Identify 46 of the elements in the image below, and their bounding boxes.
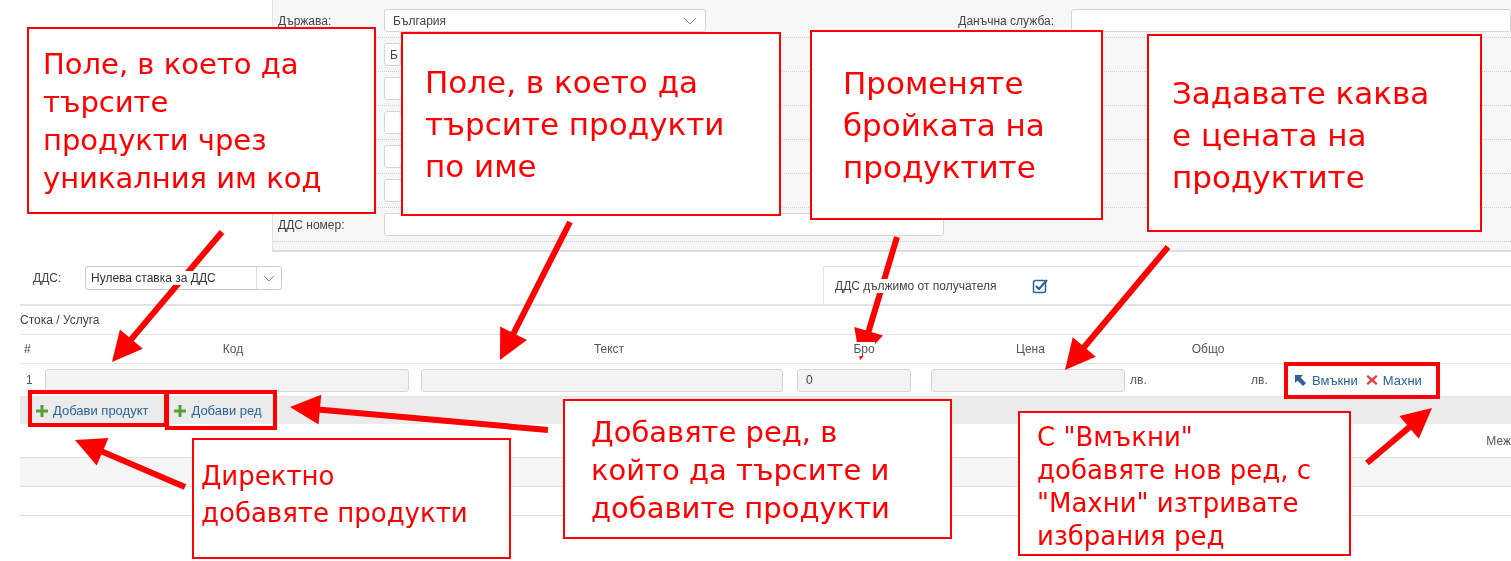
callout-note: Задавате каква е цената на продуктите	[1147, 34, 1482, 232]
add-link[interactable]: Добави продукт	[36, 403, 149, 418]
text-field[interactable]	[384, 145, 402, 168]
field-label: ДДС номер:	[278, 217, 346, 232]
summary-label: Меж	[1486, 433, 1511, 448]
code-field[interactable]	[45, 368, 409, 392]
plus-icon	[174, 404, 187, 417]
callout-note: С "Вмъкни" добавяте нов ред, с "Махни" изтривате избрания ред	[1018, 411, 1351, 556]
section-title: Стока / Услуга	[20, 313, 100, 327]
price-field[interactable]	[931, 368, 1125, 392]
text-field[interactable]	[1071, 9, 1511, 32]
callout-note: Добавяте ред, в който да търсите и добавите продукти	[563, 399, 952, 539]
text-field[interactable]	[421, 368, 783, 392]
checkbox[interactable]	[1032, 277, 1049, 294]
callout-note: Променяте бройката на продуктите	[810, 30, 1103, 220]
country-select[interactable]: България	[384, 9, 706, 32]
currency-label: лв.	[1251, 373, 1269, 387]
caret-icon	[683, 16, 697, 25]
column-header: Код	[222, 342, 244, 356]
plus-icon	[36, 404, 48, 417]
remove-link[interactable]: Махни	[1365, 372, 1422, 388]
arrow-icon	[1294, 373, 1307, 387]
insert-link[interactable]: Вмъкни	[1294, 372, 1358, 388]
field-label: ДДС:	[32, 271, 63, 285]
column-header: Текст	[593, 342, 625, 356]
callout-note: Поле, в което да търсите продукти чрез уникалния им код	[27, 27, 376, 214]
field-label: ДДС дължимо от получателя	[835, 278, 997, 293]
quantity-field[interactable]: 0	[797, 368, 911, 392]
column-header: Цена	[1016, 342, 1045, 356]
column-header: Общо	[1191, 342, 1225, 356]
callout-note: Поле, в което да търсите продукти по име	[401, 32, 781, 216]
text-field[interactable]	[384, 179, 402, 202]
field-label: Данъчна служба:	[957, 13, 1055, 28]
arrow	[1365, 408, 1432, 466]
row-number: 1	[25, 373, 34, 387]
column-header: Бро	[853, 342, 875, 356]
callout-note: Директно добавяте продукти	[192, 438, 511, 559]
close-icon	[1365, 374, 1378, 386]
currency-label: лв.	[1130, 373, 1148, 387]
vat-select[interactable]: Нулева ставка за ДДС	[85, 266, 282, 290]
select-field[interactable]: Б	[384, 43, 401, 66]
field-label: Държава:	[278, 13, 333, 28]
text-field[interactable]	[384, 111, 402, 134]
column-header: #	[23, 342, 32, 356]
add-link[interactable]: Добави ред	[174, 403, 262, 418]
text-field[interactable]	[384, 77, 402, 100]
